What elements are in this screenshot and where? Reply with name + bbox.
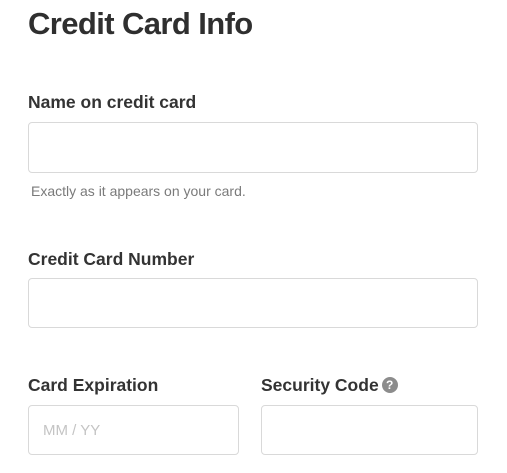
card-expiration-label: Card Expiration xyxy=(28,375,159,395)
question-mark-icon[interactable]: ? xyxy=(381,377,398,394)
security-code-label-group: Security Code? xyxy=(261,374,398,396)
card-expiration-input[interactable] xyxy=(28,405,239,455)
card-number-input[interactable] xyxy=(28,278,478,328)
security-code-input[interactable] xyxy=(261,405,478,455)
card-number-label: Credit Card Number xyxy=(28,249,195,269)
name-on-card-help-text: Exactly as it appears on your card. xyxy=(31,183,246,199)
page-title: Credit Card Info xyxy=(28,6,253,41)
security-code-label: Security Code xyxy=(261,375,379,395)
name-on-card-input[interactable] xyxy=(28,122,478,173)
name-on-card-label: Name on credit card xyxy=(28,92,197,112)
